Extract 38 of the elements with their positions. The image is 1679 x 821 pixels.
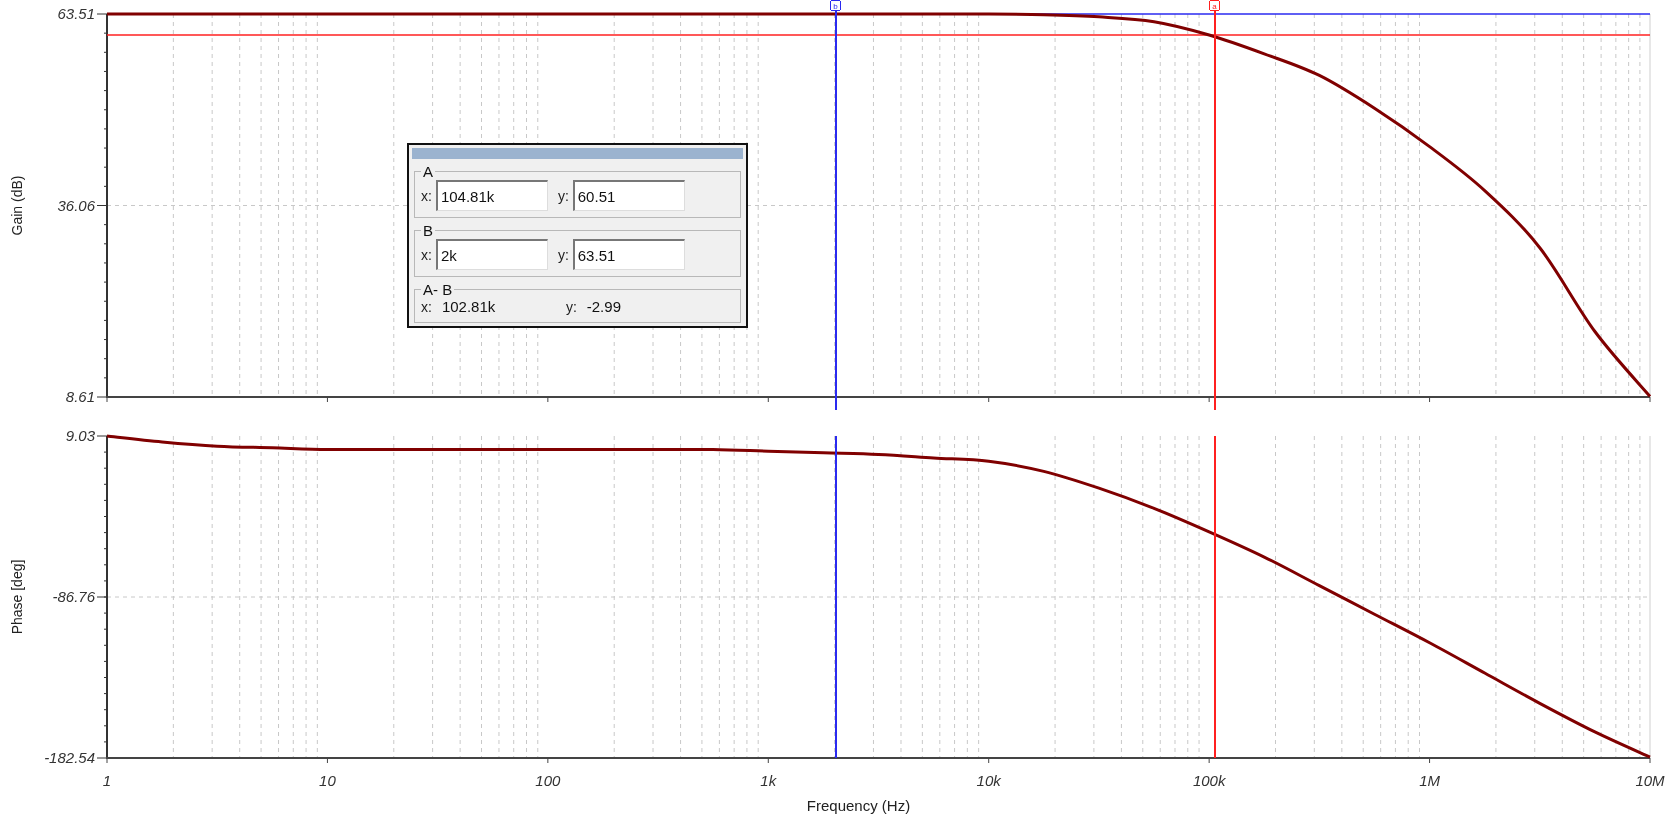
group-title: B bbox=[422, 223, 434, 238]
x-tick-label: 100k bbox=[1192, 772, 1226, 789]
y-label: y: bbox=[565, 298, 577, 316]
x-tick-label: 10k bbox=[976, 772, 1001, 789]
y-axis-title: Phase [deg] bbox=[9, 559, 25, 635]
y-axis-title: Gain (dB) bbox=[9, 175, 25, 236]
x-tick-label: 1M bbox=[1419, 772, 1440, 789]
y-tick-label: 9.03 bbox=[65, 427, 95, 444]
y-tick-label: 63.51 bbox=[57, 5, 95, 22]
y-tick-label: 8.61 bbox=[65, 388, 95, 405]
group-title: A bbox=[422, 164, 434, 179]
x-value: 102.81k bbox=[440, 298, 497, 316]
x-tick-label: 10M bbox=[1635, 772, 1665, 789]
x-tick-label: 100 bbox=[535, 772, 561, 789]
group-title: A- B bbox=[422, 282, 454, 297]
y-tick-label: -182.54 bbox=[44, 749, 95, 766]
y-label: y: bbox=[557, 245, 569, 264]
x-label: x: bbox=[421, 245, 432, 264]
cursor-label: a bbox=[1212, 1, 1217, 11]
y-field[interactable]: 60.51 bbox=[572, 180, 685, 211]
y-tick-label: -86.76 bbox=[52, 588, 95, 605]
cursor-drawing[interactable] bbox=[1213, 435, 1216, 759]
y-field[interactable]: 63.51 bbox=[572, 239, 685, 270]
y-value: -2.99 bbox=[585, 298, 621, 316]
cursor-label: b bbox=[833, 1, 838, 11]
cursor-drawing[interactable] bbox=[834, 435, 837, 759]
y-label: y: bbox=[557, 186, 569, 205]
cursor-drawing[interactable]: a bbox=[1209, 0, 1220, 410]
x-axis-title: Frequency (Hz) bbox=[806, 797, 911, 814]
x-label: x: bbox=[421, 186, 432, 205]
x-field[interactable]: 2k bbox=[435, 239, 548, 270]
x-label: x: bbox=[421, 298, 432, 316]
x-tick-label: 10 bbox=[319, 772, 336, 789]
cursor-drawing[interactable]: b bbox=[830, 0, 841, 410]
x-tick-label: 1k bbox=[760, 772, 777, 789]
x-field[interactable]: 104.81k bbox=[435, 180, 548, 211]
y-tick-label: 36.06 bbox=[57, 196, 95, 214]
x-tick-label: 1 bbox=[102, 772, 112, 789]
